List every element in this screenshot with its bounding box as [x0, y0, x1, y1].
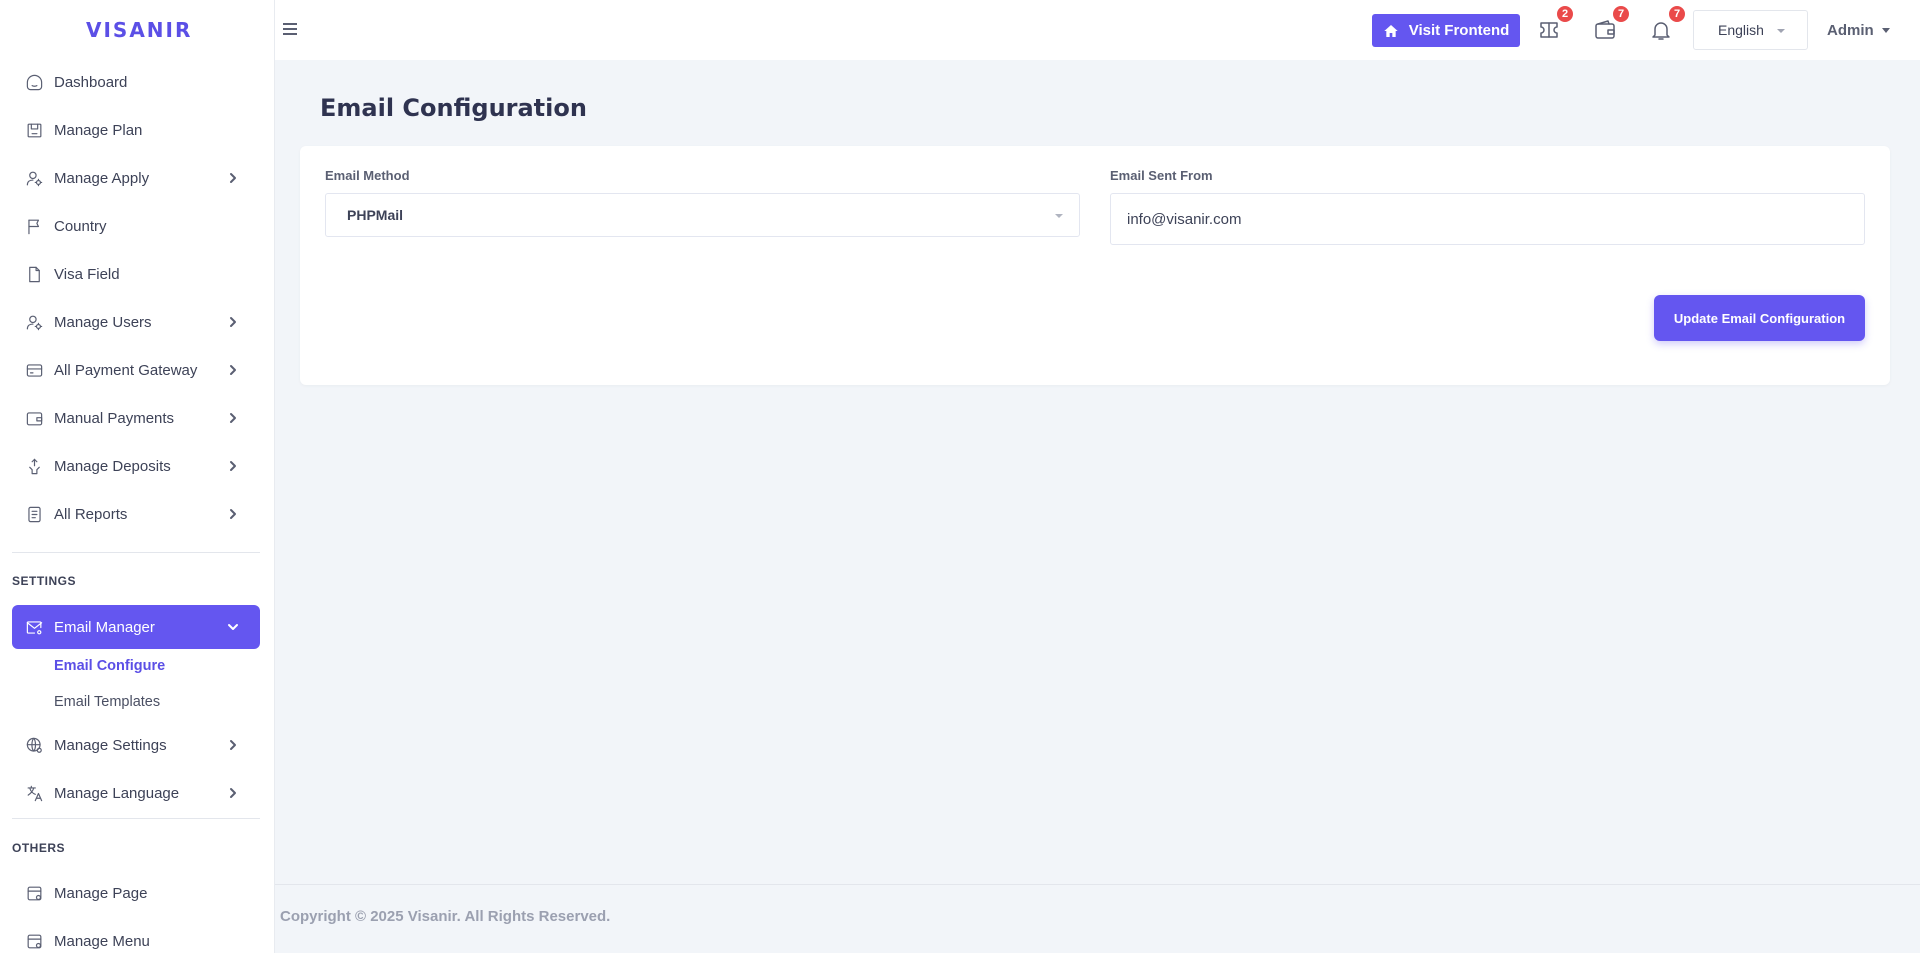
sidebar-divider — [12, 818, 260, 819]
ticket-badge: 2 — [1555, 4, 1575, 24]
caret-down-icon — [1777, 29, 1785, 33]
sidebar-item-email-manager[interactable]: Email Manager — [12, 605, 260, 649]
sidebar-item-dashboard[interactable]: Dashboard — [12, 62, 260, 102]
sidebar-item-manage-settings[interactable]: Manage Settings — [12, 725, 260, 765]
ticket-icon[interactable]: 2 — [1535, 4, 1575, 44]
wallet-icon — [24, 408, 44, 428]
user-gear-icon — [24, 312, 44, 332]
section-label-settings: SETTINGS — [12, 574, 77, 588]
sidebar-item-manage-language[interactable]: Manage Language — [12, 773, 260, 813]
update-email-config-button[interactable]: Update Email Configuration — [1654, 295, 1865, 341]
sidebar-item-label: Manage Language — [54, 784, 180, 802]
sidebar-item-label: Visa Field — [54, 265, 120, 283]
section-label-others: OTHERS — [12, 841, 66, 855]
admin-dropdown[interactable]: Admin — [1827, 22, 1890, 39]
translate-icon — [24, 783, 44, 803]
sidebar-item-label: Manage Menu — [54, 932, 150, 950]
sidebar-subitem-email-templates[interactable]: Email Templates — [54, 694, 160, 710]
user-gear-icon — [24, 168, 44, 188]
sidebar-item-manage-deposits[interactable]: Manage Deposits — [12, 446, 260, 486]
sidebar-item-label: Manage Page — [54, 884, 148, 902]
email-config-card: Email Method PHPMail Email Sent From Upd… — [300, 146, 1890, 385]
sidebar-item-all-reports[interactable]: All Reports — [12, 494, 260, 534]
email-from-label: Email Sent From — [1110, 168, 1213, 183]
notification-badge: 7 — [1667, 4, 1687, 24]
language-value: English — [1718, 22, 1764, 38]
file-icon — [24, 264, 44, 284]
sidebar-item-manage-plan[interactable]: Manage Plan — [12, 110, 260, 150]
top-header: Visit Frontend 2 7 7 English Admin — [275, 0, 1920, 60]
flag-icon — [24, 216, 44, 236]
sidebar-item-label: Manage Plan — [54, 121, 143, 139]
email-method-label: Email Method — [325, 168, 410, 183]
language-select[interactable]: English — [1693, 10, 1808, 50]
sidebar-item-label: Manage Apply — [54, 169, 150, 187]
copyright-text: Copyright © 2025 Visanir. All Rights Res… — [280, 908, 611, 925]
chevron-right-icon — [226, 315, 240, 329]
visit-frontend-label: Visit Frontend — [1408, 22, 1510, 39]
floppy-icon — [24, 120, 44, 140]
chevron-right-icon — [226, 363, 240, 377]
report-icon — [24, 504, 44, 524]
footer: Copyright © 2025 Visanir. All Rights Res… — [275, 884, 1920, 953]
menu-gear-icon — [24, 931, 44, 951]
page-title: Email Configuration — [320, 94, 587, 122]
admin-label: Admin — [1827, 22, 1874, 39]
sidebar-item-label: Manage Deposits — [54, 457, 171, 475]
sidebar-item-visa-field[interactable]: Visa Field — [12, 254, 260, 294]
sidebar-item-label: Manage Settings — [54, 736, 167, 754]
sidebar-item-label: Email Manager — [54, 618, 155, 636]
chevron-down-icon — [226, 620, 240, 634]
sidebar-item-manage-users[interactable]: Manage Users — [12, 302, 260, 342]
sidebar-subitem-email-configure[interactable]: Email Configure — [54, 658, 165, 674]
chevron-right-icon — [226, 786, 240, 800]
email-method-select[interactable]: PHPMail — [325, 193, 1080, 237]
sidebar-item-payment-gateway[interactable]: All Payment Gateway — [12, 350, 260, 390]
mail-gear-icon — [24, 617, 44, 637]
sidebar-item-manage-menu[interactable]: Manage Menu — [12, 921, 260, 953]
sidebar-divider — [12, 552, 260, 553]
chevron-right-icon — [226, 459, 240, 473]
sidebar-item-label: Manual Payments — [54, 409, 175, 427]
wallet-badge: 7 — [1611, 4, 1631, 24]
visit-frontend-button[interactable]: Visit Frontend — [1372, 14, 1520, 47]
home-icon — [1384, 24, 1398, 37]
caret-down-icon — [1055, 214, 1063, 218]
sidebar-item-label: Country — [54, 217, 107, 235]
dashboard-icon — [24, 72, 44, 92]
hand-coin-icon — [24, 456, 44, 476]
sidebar: VISANIR Dashboard Manage Plan Manage App… — [0, 0, 275, 953]
brand-name: VISANIR — [86, 18, 193, 42]
sidebar-item-manual-payments[interactable]: Manual Payments — [12, 398, 260, 438]
chevron-right-icon — [226, 738, 240, 752]
brand-logo[interactable]: VISANIR — [0, 0, 274, 60]
bell-icon[interactable]: 7 — [1647, 4, 1687, 44]
globe-gear-icon — [24, 735, 44, 755]
sidebar-item-label: Manage Users — [54, 313, 152, 331]
email-method-value: PHPMail — [347, 207, 404, 223]
hamburger-menu-icon[interactable] — [283, 18, 305, 40]
caret-down-icon — [1881, 28, 1890, 33]
chevron-right-icon — [226, 411, 240, 425]
sidebar-item-manage-apply[interactable]: Manage Apply — [12, 158, 260, 198]
chevron-right-icon — [226, 507, 240, 521]
email-from-input[interactable] — [1110, 193, 1865, 245]
sidebar-item-label: Dashboard — [54, 73, 128, 91]
sidebar-item-label: All Payment Gateway — [54, 361, 198, 379]
page-gear-icon — [24, 883, 44, 903]
credit-card-icon — [24, 360, 44, 380]
sidebar-item-label: All Reports — [54, 505, 128, 523]
chevron-right-icon — [226, 171, 240, 185]
wallet-icon[interactable]: 7 — [1591, 4, 1631, 44]
sidebar-item-manage-page[interactable]: Manage Page — [12, 873, 260, 913]
sidebar-item-country[interactable]: Country — [12, 206, 260, 246]
